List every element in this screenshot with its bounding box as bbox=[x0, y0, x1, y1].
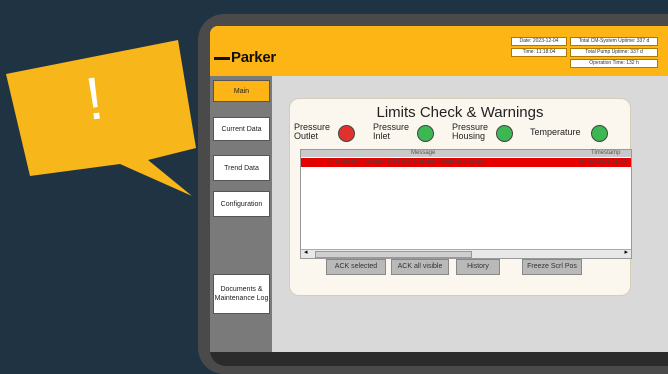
freeze-scroll-button[interactable]: Freeze Scrl Pos bbox=[522, 259, 582, 275]
date-readout: Date: 2023-12-04 bbox=[511, 37, 567, 46]
system-uptime-readout: Total CM-System Uptime: 337 d bbox=[570, 37, 658, 46]
horizontal-scrollbar[interactable]: ◂ ▸ bbox=[301, 249, 631, 258]
panel-title: Limits Check & Warnings bbox=[376, 104, 544, 121]
table-header: Message Timestamp bbox=[301, 150, 631, 157]
row-timestamp: 04.12.2023 11:18 bbox=[580, 159, 627, 165]
sidebar-item-configuration[interactable]: Configuration bbox=[213, 191, 270, 217]
hmi-screen: Parker Date: 2023-12-04 Time: 11:18:04 T… bbox=[210, 26, 668, 352]
status-light-pressure-inlet bbox=[417, 125, 434, 142]
time-readout: Time: 11:18:04 bbox=[511, 48, 567, 57]
status-light-pressure-outlet bbox=[338, 125, 355, 142]
warnings-table: Message Timestamp 0 The Outlet Pressure … bbox=[300, 149, 632, 259]
sensor-label-line2: Housing bbox=[452, 131, 486, 141]
sensor-label-pressure-housing: Pressure Housing bbox=[452, 123, 488, 141]
col-header-message: Message bbox=[411, 150, 436, 156]
sensor-label-temperature: Temperature bbox=[530, 128, 581, 137]
app-header: Parker Date: 2023-12-04 Time: 11:18:04 T… bbox=[210, 26, 668, 76]
status-light-temperature bbox=[591, 125, 608, 142]
col-header-timestamp: Timestamp bbox=[591, 150, 621, 156]
status-light-pressure-housing bbox=[496, 125, 513, 142]
scroll-right-icon[interactable]: ▸ bbox=[624, 248, 628, 256]
sidebar-item-documents[interactable]: Documents & Maintenance Log bbox=[213, 274, 270, 314]
sidebar-item-main[interactable]: Main bbox=[213, 80, 270, 102]
pump-uptime-readout: Total Pump Uptime: 337 d bbox=[570, 48, 658, 57]
operation-time-readout: Operation Time: 132 h bbox=[570, 59, 658, 68]
sensor-label-line2: Inlet bbox=[373, 131, 391, 141]
sidebar: Main Current Data Trend Data Configurati… bbox=[210, 76, 272, 352]
row-message: The Outlet Pressure ( 0.65 bar) is below… bbox=[329, 159, 487, 165]
scroll-left-icon[interactable]: ◂ bbox=[304, 248, 308, 256]
history-button[interactable]: History bbox=[456, 259, 500, 275]
ack-selected-button[interactable]: ACK selected bbox=[326, 259, 386, 275]
row-id: 0 bbox=[311, 159, 315, 165]
sensor-label-line2: Outlet bbox=[294, 131, 319, 141]
table-row[interactable]: 0 The Outlet Pressure ( 0.65 bar) is bel… bbox=[301, 158, 631, 167]
scroll-thumb[interactable] bbox=[315, 251, 472, 258]
sensor-label-pressure-inlet: Pressure Inlet bbox=[373, 123, 409, 141]
ack-all-visible-button[interactable]: ACK all visible bbox=[391, 259, 449, 275]
sensor-label-pressure-outlet: Pressure Outlet bbox=[294, 123, 330, 141]
sidebar-item-current-data[interactable]: Current Data bbox=[213, 117, 270, 141]
sensor-label-line1: Temperature bbox=[530, 127, 581, 137]
parker-logo: Parker bbox=[214, 49, 276, 66]
sidebar-item-trend-data[interactable]: Trend Data bbox=[213, 155, 270, 181]
logo-text: Parker bbox=[231, 49, 276, 66]
